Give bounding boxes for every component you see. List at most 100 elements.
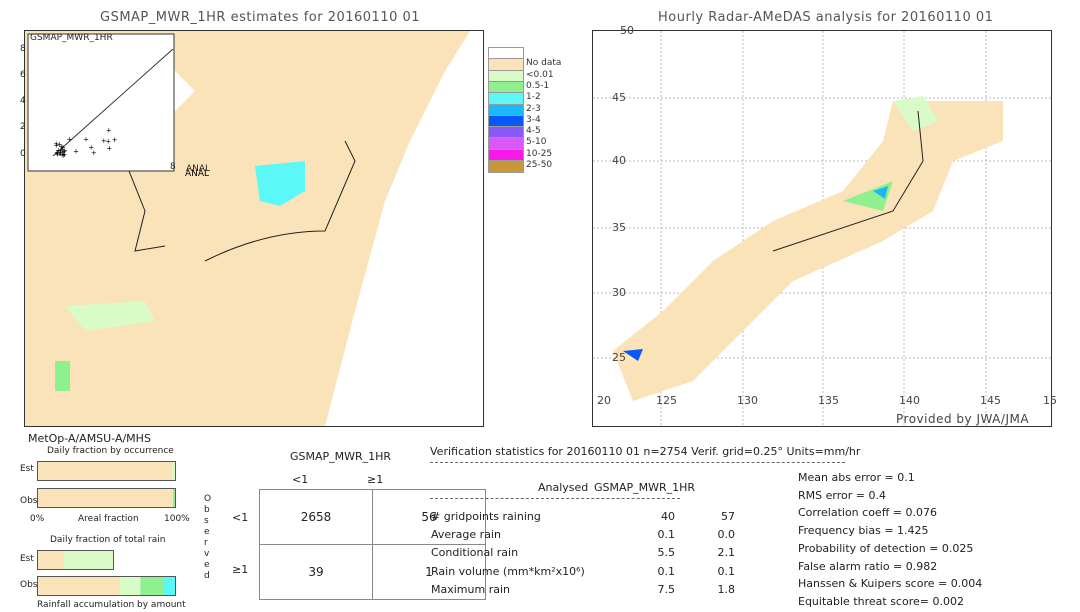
left-map-title: GSMAP_MWR_1HR estimates for 20160110 01 xyxy=(100,10,420,25)
left-map: ANAL + +++++++++++++ +++ ++++++++++++ + xyxy=(24,30,484,427)
stat-label: # gridpoints raining xyxy=(431,510,541,523)
inset-tick: 2 xyxy=(20,122,26,132)
inset-tick: 4 xyxy=(20,96,26,106)
lat-label: 25 xyxy=(612,351,626,364)
est-label: Est xyxy=(20,464,34,474)
stat-est: 0.0 xyxy=(700,528,735,541)
obs-label: Obs xyxy=(20,496,38,506)
col-header: <1 xyxy=(292,473,308,486)
scatter-point: + xyxy=(106,127,112,135)
observed-letter: v xyxy=(204,549,209,559)
inset-scatter xyxy=(28,34,174,171)
score: Hanssen & Kuipers score = 0.004 xyxy=(798,577,982,590)
legend-label: 10-25 xyxy=(526,149,552,159)
stat-est: 0.1 xyxy=(700,565,735,578)
scatter-point: + xyxy=(88,143,94,151)
score: False alarm ratio = 0.982 xyxy=(798,560,937,573)
scatter-point: + xyxy=(59,147,65,155)
stat-label: Average rain xyxy=(431,528,501,541)
legend-label: <0.01 xyxy=(526,70,554,80)
lon-label: 125 xyxy=(656,394,677,407)
lon-label: 20 xyxy=(597,394,611,407)
legend-label: 4-5 xyxy=(526,126,541,136)
contingency-title: GSMAP_MWR_1HR xyxy=(290,450,391,463)
lat-label: 35 xyxy=(612,221,626,234)
lat-label: 40 xyxy=(612,154,626,167)
legend-label: 3-4 xyxy=(526,115,541,125)
col-est: GSMAP_MWR_1HR xyxy=(594,481,695,494)
observed-letter: b xyxy=(204,505,210,515)
score: Mean abs error = 0.1 xyxy=(798,471,915,484)
inset-tick: 0 xyxy=(20,149,26,159)
scatter-point: + xyxy=(101,137,107,145)
axis-mid: Areal fraction xyxy=(78,514,139,524)
stat-analysed: 0.1 xyxy=(640,528,675,541)
scatter-point: + xyxy=(67,136,73,144)
legend-label: 25-50 xyxy=(526,160,552,170)
legend-label: 0.5-1 xyxy=(526,81,549,91)
right-map xyxy=(592,30,1052,427)
stat-est: 2.1 xyxy=(700,546,735,559)
score: Probability of detection = 0.025 xyxy=(798,542,973,555)
observed-letter: e xyxy=(204,560,210,570)
inset-tick: 6 xyxy=(20,70,26,80)
occurrence-title: Daily fraction by occurrence xyxy=(47,446,174,456)
total-rain-title: Daily fraction of total rain xyxy=(50,535,165,545)
observed-letter: r xyxy=(204,538,208,548)
lon-label: 130 xyxy=(737,394,758,407)
stat-analysed: 7.5 xyxy=(640,583,675,596)
score: Correlation coeff = 0.076 xyxy=(798,506,937,519)
legend-label: 2-3 xyxy=(526,104,541,114)
score: Equitable threat score= 0.002 xyxy=(798,595,964,608)
row-header: ≥1 xyxy=(232,563,248,576)
credit: Provided by JWA/JMA xyxy=(896,412,1029,426)
observed-letter: d xyxy=(204,571,210,581)
stat-analysed: 0.1 xyxy=(640,565,675,578)
legend-swatch xyxy=(488,160,524,173)
lon-label: 145 xyxy=(980,394,1001,407)
stats-header: Verification statistics for 20160110 01 … xyxy=(430,445,860,458)
satellite-label: MetOp-A/AMSU-A/MHS xyxy=(28,432,151,445)
stat-analysed: 40 xyxy=(640,510,675,523)
observed-letter: s xyxy=(204,516,209,526)
inset-title: GSMAP_MWR_1HR xyxy=(30,33,113,43)
stat-analysed: 5.5 xyxy=(640,546,675,559)
col-header: ≥1 xyxy=(367,473,383,486)
scatter-point: + xyxy=(106,145,112,153)
legend-label: No data xyxy=(526,58,561,68)
est-label: Est xyxy=(20,554,34,564)
est-occurrence-bar xyxy=(37,461,176,481)
observed-letter: O xyxy=(204,494,211,504)
stat-label: Rain volume (mm*km²x10⁶) xyxy=(431,565,585,578)
lat-label: 45 xyxy=(612,91,626,104)
score: Frequency bias = 1.425 xyxy=(798,524,929,537)
row-header: <1 xyxy=(232,511,248,524)
right-map-title: Hourly Radar-AMeDAS analysis for 2016011… xyxy=(658,10,993,25)
est-rain-bar xyxy=(37,550,114,570)
score: RMS error = 0.4 xyxy=(798,489,886,502)
lat-label: 50 xyxy=(620,24,634,37)
stat-est: 1.8 xyxy=(700,583,735,596)
cell: 39 xyxy=(260,545,373,600)
legend-label: 5-10 xyxy=(526,137,546,147)
axis-right: 100% xyxy=(164,514,190,524)
lon-label: 140 xyxy=(899,394,920,407)
inset-tick: 8 xyxy=(170,162,176,172)
lat-label: 30 xyxy=(612,286,626,299)
lon-label: 135 xyxy=(818,394,839,407)
cell: 2658 xyxy=(260,490,373,545)
observed-letter: e xyxy=(204,527,210,537)
col-analysed: Analysed xyxy=(538,481,588,494)
obs-label: Obs xyxy=(20,580,38,590)
accum-title: Rainfall accumulation by amount xyxy=(37,600,186,610)
scatter-point: + xyxy=(73,148,79,156)
lon-label: 15 xyxy=(1043,394,1057,407)
stat-label: Conditional rain xyxy=(431,546,518,559)
scatter-point: + xyxy=(112,136,118,144)
inset-xlabel-text: ANAL xyxy=(186,164,210,174)
stat-est: 57 xyxy=(700,510,735,523)
axis-left: 0% xyxy=(30,514,44,524)
obs-occurrence-bar xyxy=(37,488,176,508)
inset-tick: 8 xyxy=(20,44,26,54)
legend-label: 1-2 xyxy=(526,92,541,102)
